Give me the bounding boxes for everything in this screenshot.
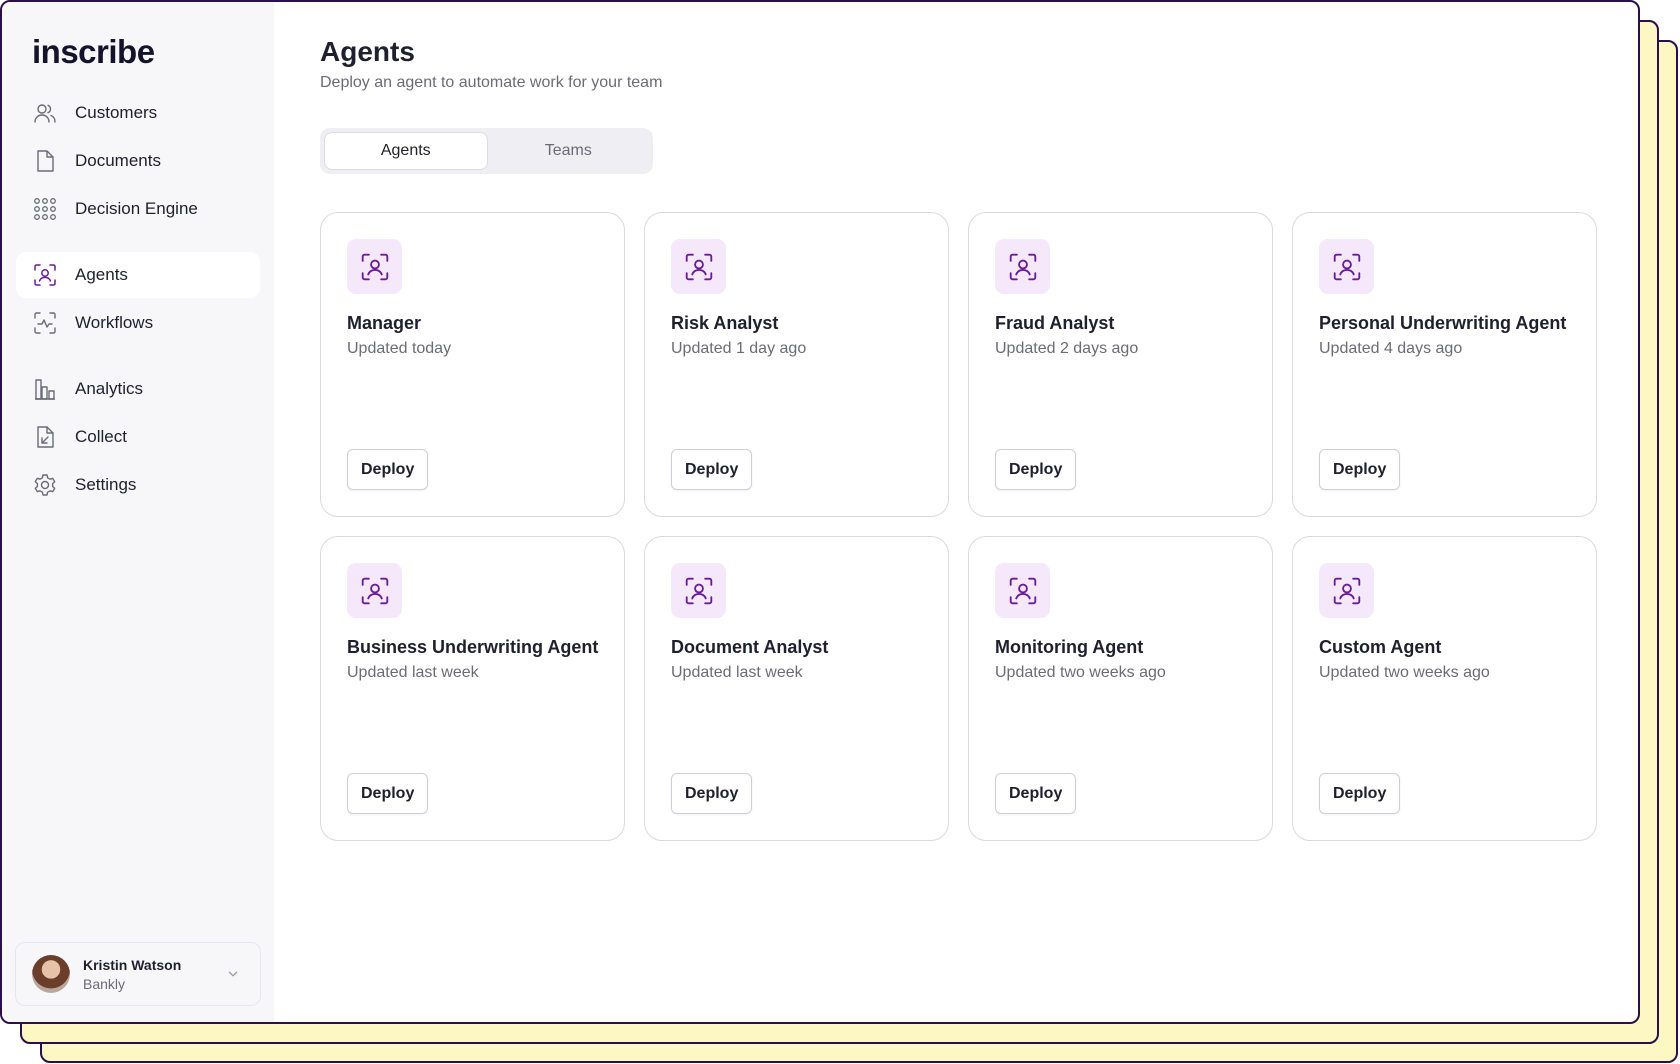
workflow-pulse-icon [32, 310, 58, 336]
grid-dots-icon [32, 196, 58, 222]
agent-card[interactable]: Manager Updated today Deploy [320, 212, 625, 517]
sidebar-item-label: Customers [75, 103, 158, 122]
sidebar-item-analytics[interactable]: Analytics [16, 366, 260, 412]
bar-chart-icon [32, 376, 58, 402]
app-window: inscribe Customers Documents Decision Engi… [0, 0, 1640, 1024]
agent-updated: Updated last week [671, 664, 803, 681]
sidebar-item-decision-engine[interactable]: Decision Engine [16, 186, 260, 232]
sidebar-item-customers[interactable]: Customers [16, 90, 260, 136]
agent-updated: Updated 1 day ago [671, 340, 807, 357]
deploy-button[interactable]: Deploy [995, 773, 1077, 814]
user-menu[interactable]: Kristin Watson Bankly [15, 942, 261, 1006]
agent-face-scan-icon [995, 563, 1050, 618]
sidebar-item-label: Documents [75, 151, 161, 170]
chevron-down-icon [228, 971, 238, 977]
deploy-button[interactable]: Deploy [347, 773, 429, 814]
agent-card[interactable]: Monitoring Agent Updated two weeks ago Dep… [968, 536, 1273, 841]
sidebar-item-label: Workflows [75, 313, 154, 332]
sidebar-item-workflows[interactable]: Workflows [16, 300, 260, 346]
agent-grid: Manager Updated today Deploy Risk Analyst Up… [320, 212, 1638, 841]
tab-agents[interactable]: Agents [324, 132, 488, 170]
users-icon [32, 100, 58, 126]
document-icon [32, 148, 58, 174]
avatar [32, 955, 70, 993]
user-org: Bankly [83, 975, 126, 992]
agent-card[interactable]: Risk Analyst Updated 1 day ago Deploy [644, 212, 949, 517]
agent-card[interactable]: Custom Agent Updated two weeks ago Deploy [1292, 536, 1597, 841]
sidebar-item-settings[interactable]: Settings [16, 462, 260, 508]
agent-updated: Updated 4 days ago [1319, 340, 1463, 357]
agent-card[interactable]: Document Analyst Updated last week Deploy [644, 536, 949, 841]
agent-name: Personal Underwriting Agent [1319, 313, 1567, 333]
view-toggle: Agents Teams [320, 128, 653, 174]
agent-name: Manager [347, 313, 422, 333]
agent-name: Monitoring Agent [995, 637, 1144, 657]
agent-name: Risk Analyst [671, 313, 779, 333]
agent-face-scan-icon [671, 239, 726, 294]
brand-logo[interactable]: inscribe [32, 34, 274, 74]
agent-face-scan-icon [1319, 563, 1374, 618]
user-info: Kristin Watson Bankly [83, 957, 181, 992]
agent-face-scan-icon [347, 239, 402, 294]
agent-updated: Updated 2 days ago [995, 340, 1139, 357]
agent-face-scan-icon [347, 563, 402, 618]
deploy-button[interactable]: Deploy [347, 449, 429, 490]
gear-icon [32, 472, 58, 498]
sidebar-item-label: Agents [75, 265, 128, 284]
agent-updated: Updated last week [347, 664, 479, 681]
page-subtitle: Deploy an agent to automate work for you… [320, 74, 663, 91]
agent-name: Custom Agent [1319, 637, 1442, 657]
sidebar-item-label: Analytics [75, 379, 144, 398]
deploy-button[interactable]: Deploy [671, 449, 753, 490]
agent-updated: Updated two weeks ago [995, 664, 1166, 681]
file-import-icon [32, 424, 58, 450]
agent-name: Document Analyst [671, 637, 829, 657]
nav-group: Customers Documents Decision Engine [2, 90, 274, 232]
sidebar-item-label: Collect [75, 427, 127, 446]
sidebar-item-agents[interactable]: Agents [16, 252, 260, 298]
sidebar-item-documents[interactable]: Documents [16, 138, 260, 184]
sidebar-item-label: Settings [75, 475, 137, 494]
user-name: Kristin Watson [83, 956, 182, 973]
agent-face-scan-icon [995, 239, 1050, 294]
sidebar-nav: Customers Documents Decision Engine Agents W… [2, 90, 274, 508]
nav-group: Agents Workflows [2, 252, 274, 346]
agent-face-scan-icon [671, 563, 726, 618]
stage: inscribe Customers Documents Decision Engi… [0, 0, 1680, 1064]
deploy-button[interactable]: Deploy [671, 773, 753, 814]
sidebar-item-collect[interactable]: Collect [16, 414, 260, 460]
main-content: Agents Deploy an agent to automate work … [274, 2, 1638, 1022]
agent-updated: Updated today [347, 340, 452, 357]
deploy-button[interactable]: Deploy [1319, 449, 1401, 490]
agent-card[interactable]: Business Underwriting Agent Updated last … [320, 536, 625, 841]
nav-group: Analytics Collect Settings [2, 366, 274, 508]
sidebar-item-label: Decision Engine [75, 199, 198, 218]
tab-teams[interactable]: Teams [488, 132, 650, 170]
agent-name: Business Underwriting Agent [347, 637, 599, 657]
agent-updated: Updated two weeks ago [1319, 664, 1490, 681]
agent-card[interactable]: Fraud Analyst Updated 2 days ago Deploy [968, 212, 1273, 517]
agent-card[interactable]: Personal Underwriting Agent Updated 4 day… [1292, 212, 1597, 517]
deploy-button[interactable]: Deploy [995, 449, 1077, 490]
deploy-button[interactable]: Deploy [1319, 773, 1401, 814]
agent-face-scan-icon [1319, 239, 1374, 294]
page-title: Agents [320, 36, 415, 67]
agent-name: Fraud Analyst [995, 313, 1115, 333]
agent-face-scan-icon [32, 262, 58, 288]
sidebar: inscribe Customers Documents Decision Engi… [2, 2, 274, 1022]
